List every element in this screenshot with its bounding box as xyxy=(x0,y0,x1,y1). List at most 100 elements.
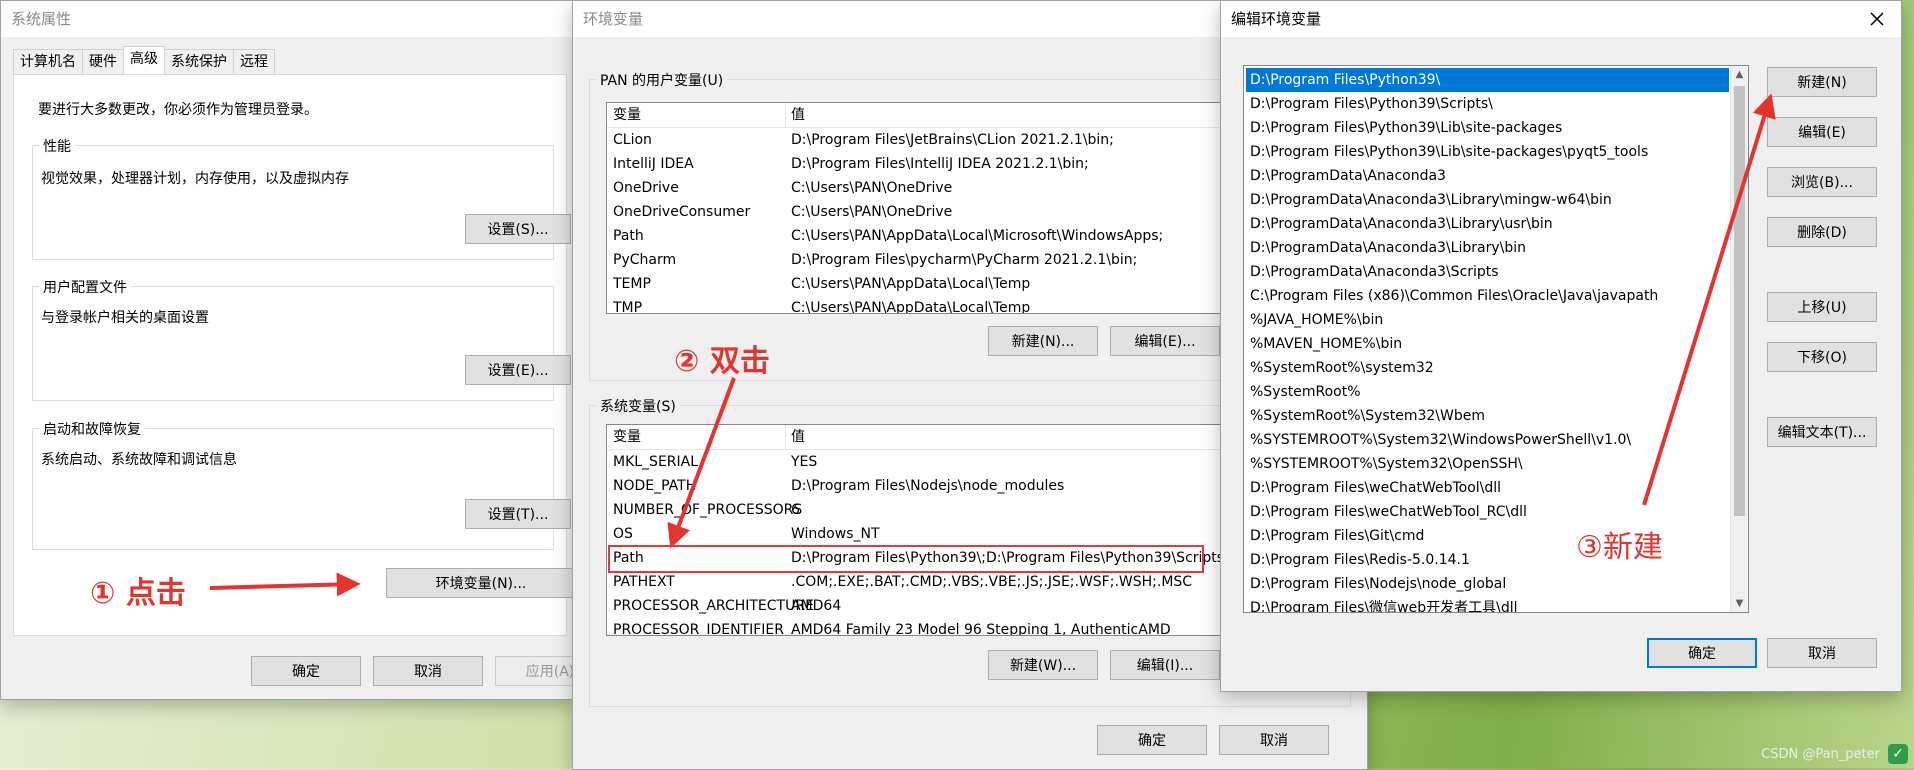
advanced-tab-panel: 要进行大多数更改，你必须作为管理员登录。 性能 视觉效果，处理器计划，内存使用，… xyxy=(13,74,576,636)
variable-value: AMD64 xyxy=(791,598,842,614)
list-item[interactable]: %SystemRoot%\System32\Wbem xyxy=(1246,404,1729,428)
variable-value: C:\Users\PAN\AppData\Local\Temp xyxy=(791,300,1031,314)
variable-name: CLion xyxy=(613,132,652,148)
list-item[interactable]: D:\Program Files\微信web开发者工具\dll xyxy=(1246,596,1729,612)
variable-value: 6 xyxy=(791,502,800,518)
ok-button[interactable]: 确定 xyxy=(1647,638,1757,668)
list-item[interactable]: %SystemRoot%\system32 xyxy=(1246,356,1729,380)
path-row-highlight xyxy=(608,545,1204,573)
startup-recovery-title: 启动和故障恢复 xyxy=(39,419,145,439)
variable-name: PATHEXT xyxy=(613,574,675,590)
system-edit-button[interactable]: 编辑(I)... xyxy=(1110,650,1220,680)
list-item[interactable]: %SYSTEMROOT%\System32\OpenSSH\ xyxy=(1246,452,1729,476)
variable-name: TEMP xyxy=(613,276,651,292)
new-button[interactable]: 新建(N) xyxy=(1767,67,1877,97)
variable-value: Windows_NT xyxy=(791,526,880,542)
performance-group: 性能 视觉效果，处理器计划，内存使用，以及虚拟内存 设置(S)... xyxy=(32,136,571,260)
tab-hardware[interactable]: 硬件 xyxy=(82,49,124,74)
variable-value: D:\Program Files\IntelliJ IDEA 2021.2.1\… xyxy=(791,156,1089,172)
variable-name: PROCESSOR_ARCHITECTURE xyxy=(613,598,814,614)
user-new-button[interactable]: 新建(N)... xyxy=(988,326,1098,356)
edit-environment-variable-window: 编辑环境变量 D:\Program Files\Python39\ D:\Prog… xyxy=(1220,0,1902,692)
variable-value: AMD64 Family 23 Model 96 Stepping 1, Aut… xyxy=(791,622,1171,636)
scroll-thumb[interactable] xyxy=(1734,86,1745,516)
environment-variables-button[interactable]: 环境变量(N)... xyxy=(386,568,576,598)
list-item[interactable]: D:\Program Files\weChatWebTool\dll xyxy=(1246,476,1729,500)
variable-value: C:\Users\PAN\OneDrive xyxy=(791,204,953,220)
watermark: CSDN @Pan_peter xyxy=(1761,747,1880,762)
list-item[interactable]: D:\Program Files\Python39\ xyxy=(1246,68,1729,92)
list-item[interactable]: %JAVA_HOME%\bin xyxy=(1246,308,1729,332)
column-value[interactable]: 值 xyxy=(791,103,805,127)
user-edit-button[interactable]: 编辑(E)... xyxy=(1110,326,1220,356)
list-item[interactable]: D:\Program Files\Python39\Lib\site-packa… xyxy=(1246,140,1729,164)
ok-button[interactable]: 确定 xyxy=(1097,725,1207,755)
list-item[interactable]: D:\ProgramData\Anaconda3\Library\usr\bin xyxy=(1246,212,1729,236)
variable-value: D:\Program Files\pycharm\PyCharm 2021.2.… xyxy=(791,252,1138,268)
close-icon[interactable] xyxy=(1867,9,1887,29)
step2-annotation: ② 双击 xyxy=(674,344,770,379)
column-variable[interactable]: 变量 xyxy=(613,425,641,449)
scroll-up-icon[interactable]: ▲ xyxy=(1731,66,1748,83)
delete-button[interactable]: 删除(D) xyxy=(1767,217,1877,247)
step1-annotation: ① 点击 xyxy=(90,576,186,611)
list-item[interactable]: C:\Program Files (x86)\Common Files\Orac… xyxy=(1246,284,1729,308)
list-item[interactable]: D:\ProgramData\Anaconda3\Library\bin xyxy=(1246,236,1729,260)
column-separator xyxy=(785,425,786,449)
scroll-down-icon[interactable]: ▼ xyxy=(1731,595,1748,612)
variable-name: OneDriveConsumer xyxy=(613,204,751,220)
performance-title: 性能 xyxy=(39,136,75,156)
move-down-button[interactable]: 下移(O) xyxy=(1767,342,1877,372)
list-item[interactable]: %MAVEN_HOME%\bin xyxy=(1246,332,1729,356)
edit-button[interactable]: 编辑(E) xyxy=(1767,117,1877,147)
cancel-button[interactable]: 取消 xyxy=(373,656,483,686)
variable-name: PROCESSOR_IDENTIFIER xyxy=(613,622,784,636)
variable-value: C:\Users\PAN\AppData\Local\Temp xyxy=(791,276,1031,292)
admin-note: 要进行大多数更改，你必须作为管理员登录。 xyxy=(38,102,318,118)
user-profile-settings-button[interactable]: 设置(E)... xyxy=(465,355,571,385)
browse-button[interactable]: 浏览(B)... xyxy=(1767,167,1877,197)
variable-value: YES xyxy=(791,454,818,470)
variable-value: C:\Users\PAN\AppData\Local\Microsoft\Win… xyxy=(791,228,1164,244)
list-item[interactable]: D:\Program Files\Python39\Lib\site-packa… xyxy=(1246,116,1729,140)
tab-system-protection[interactable]: 系统保护 xyxy=(164,49,234,74)
list-item[interactable]: %SystemRoot% xyxy=(1246,380,1729,404)
system-properties-window: 系统属性 计算机名 硬件 高级 系统保护 远程 要进行大多数更改，你必须作为管理… xyxy=(0,0,605,700)
list-item[interactable]: D:\Program Files\Python39\Scripts\ xyxy=(1246,92,1729,116)
variable-name: Path xyxy=(613,228,644,244)
tab-remote[interactable]: 远程 xyxy=(233,49,275,74)
variable-name: PyCharm xyxy=(613,252,677,268)
column-separator xyxy=(785,103,786,127)
list-item[interactable]: D:\ProgramData\Anaconda3 xyxy=(1246,164,1729,188)
column-value[interactable]: 值 xyxy=(791,425,805,449)
user-profile-desc: 与登录帐户相关的桌面设置 xyxy=(41,310,209,326)
path-entries-list[interactable]: D:\Program Files\Python39\ D:\Program Fil… xyxy=(1243,65,1749,613)
variable-name: MKL_SERIAL xyxy=(613,454,699,470)
performance-settings-button[interactable]: 设置(S)... xyxy=(465,214,571,244)
move-up-button[interactable]: 上移(U) xyxy=(1767,292,1877,322)
variable-name: IntelliJ IDEA xyxy=(613,156,694,172)
user-profile-group: 用户配置文件 与登录帐户相关的桌面设置 设置(E)... xyxy=(32,277,571,401)
cancel-button[interactable]: 取消 xyxy=(1767,638,1877,668)
tab-strip: 计算机名 硬件 高级 系统保护 远程 xyxy=(13,46,275,77)
list-item[interactable]: D:\Program Files\Nodejs\node_global xyxy=(1246,572,1729,596)
performance-desc: 视觉效果，处理器计划，内存使用，以及虚拟内存 xyxy=(41,171,349,187)
vertical-scrollbar[interactable]: ▲ ▼ xyxy=(1730,66,1748,612)
list-item[interactable]: %SYSTEMROOT%\System32\WindowsPowerShell\… xyxy=(1246,428,1729,452)
user-variables-title: PAN 的用户变量(U) xyxy=(596,70,728,90)
cancel-button[interactable]: 取消 xyxy=(1219,725,1329,755)
edit-text-button[interactable]: 编辑文本(T)... xyxy=(1767,417,1877,447)
variable-name: NODE_PATH xyxy=(613,478,697,494)
tab-computer-name[interactable]: 计算机名 xyxy=(13,49,83,74)
list-item[interactable]: D:\ProgramData\Anaconda3\Library\mingw-w… xyxy=(1246,188,1729,212)
variable-name: OS xyxy=(613,526,633,542)
system-new-button[interactable]: 新建(W)... xyxy=(988,650,1098,680)
ok-button[interactable]: 确定 xyxy=(251,656,361,686)
startup-settings-button[interactable]: 设置(T)... xyxy=(465,499,571,529)
window-title: 编辑环境变量 xyxy=(1221,1,1901,37)
window-title: 系统属性 xyxy=(1,1,577,37)
tab-advanced[interactable]: 高级 xyxy=(123,46,165,74)
column-variable[interactable]: 变量 xyxy=(613,103,641,127)
list-item[interactable]: D:\ProgramData\Anaconda3\Scripts xyxy=(1246,260,1729,284)
list-item[interactable]: D:\Program Files\weChatWebTool_RC\dll xyxy=(1246,500,1729,524)
